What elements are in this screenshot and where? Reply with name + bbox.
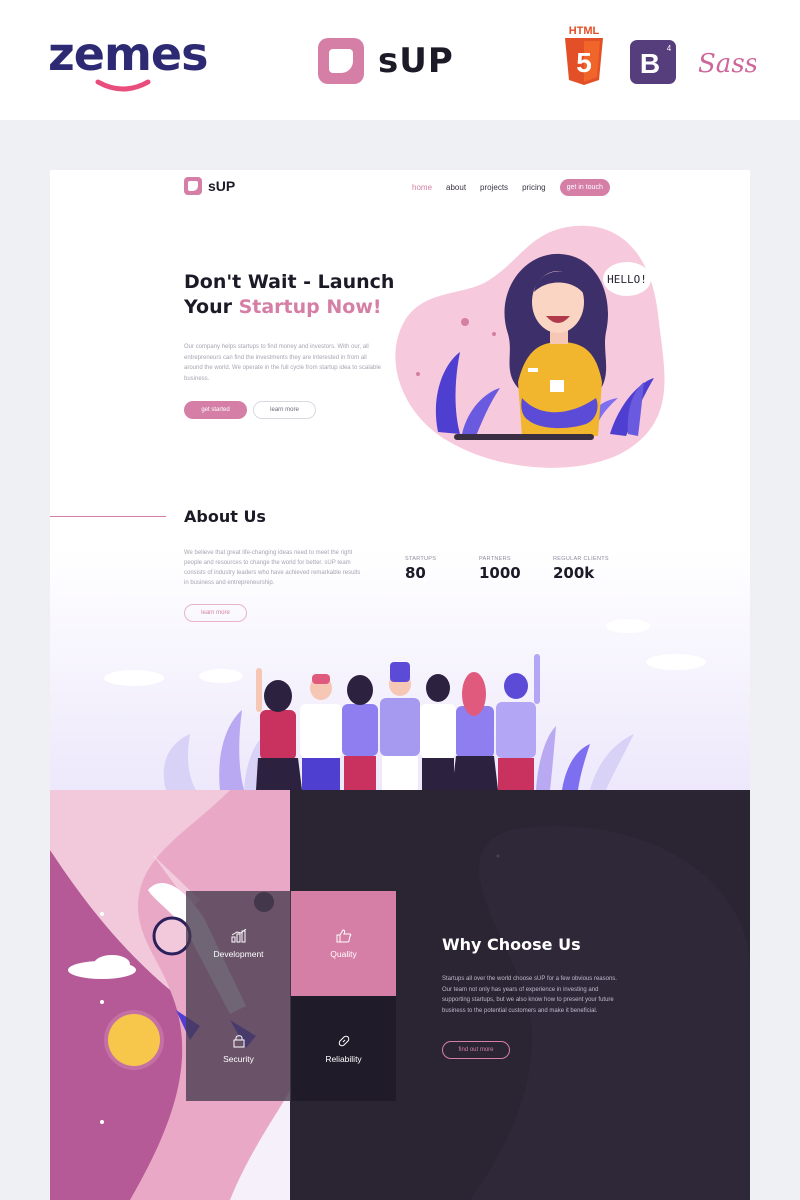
learn-more-button[interactable]: learn more <box>253 401 316 419</box>
about-title: About Us <box>184 507 266 526</box>
nav-link-home[interactable]: home <box>412 183 432 192</box>
tile-quality[interactable]: Quality <box>291 891 396 996</box>
find-out-more-button[interactable]: find out more <box>442 1041 510 1059</box>
tile-label: Security <box>223 1053 254 1064</box>
vendor-banner: zemes sUP HTML 5 B 4 Sass <box>0 0 800 120</box>
about-learn-more-button[interactable]: learn more <box>184 604 247 622</box>
stat-value: 200k <box>553 564 595 582</box>
hero-illustration: HELLO! <box>395 225 665 468</box>
bootstrap-letter: B <box>640 48 660 79</box>
stat-value: 80 <box>405 564 426 582</box>
html5-icon: HTML 5 <box>565 25 603 85</box>
stat-value: 1000 <box>479 564 521 582</box>
hero-title-line1: Don't Wait - Launch <box>184 271 395 293</box>
sup-banner-logo: sUP <box>318 36 454 86</box>
tile-security[interactable]: Security <box>186 996 291 1101</box>
hero-description: Our company helps startups to find money… <box>184 344 381 382</box>
tile-label: Development <box>213 948 264 959</box>
tile-reliability[interactable]: Reliability <box>291 996 396 1101</box>
hello-bubble-text: HELLO! <box>607 273 647 286</box>
nav-link-pricing[interactable]: pricing <box>522 183 546 192</box>
hero-title-plain: Your <box>184 296 239 318</box>
sup-logo-icon <box>318 38 364 84</box>
why-choose-us-section: Development Quality Security Reliability… <box>50 790 750 1200</box>
html5-label: HTML <box>569 25 600 37</box>
hero-title-accent: Startup Now! <box>238 296 382 318</box>
get-started-button[interactable]: get started <box>184 401 247 419</box>
feature-tiles: Development Quality Security Reliability <box>186 891 396 1101</box>
team-illustration <box>104 619 706 790</box>
main-nav: home about projects pricing get in touch <box>412 179 610 196</box>
lock-icon <box>233 1034 244 1047</box>
stat-startups: STARTUPS 80 <box>405 556 436 582</box>
nav-link-about[interactable]: about <box>446 183 466 192</box>
thumbs-up-icon <box>336 928 351 942</box>
sass-icon: Sass <box>698 49 756 79</box>
stat-partners: PARTNERS 1000 <box>479 556 521 582</box>
nav-brand: sUP <box>208 178 236 194</box>
why-title: Why Choose Us <box>442 935 581 954</box>
zemes-logo[interactable]: zemes <box>48 26 208 96</box>
why-description: Startups all over the world choose sUP f… <box>442 976 617 1014</box>
nav-logo[interactable]: sUP <box>184 177 235 195</box>
hero-title-line2: Your Startup Now! <box>184 295 424 320</box>
link-icon <box>338 1035 349 1046</box>
bootstrap-version: 4 <box>667 44 672 53</box>
about-description: We believe that great life-changing idea… <box>184 550 361 586</box>
nav-link-projects[interactable]: projects <box>480 183 508 192</box>
zemes-smile-icon <box>95 79 151 92</box>
tile-label: Quality <box>330 948 357 959</box>
svg-text:5: 5 <box>576 47 592 78</box>
stat-label: PARTNERS <box>479 556 511 562</box>
bootstrap-icon: B 4 <box>630 40 676 84</box>
rocket-illustration <box>50 790 750 1200</box>
about-divider-line <box>50 516 166 517</box>
stat-regular-clients: REGULAR CLIENTS 200k <box>553 556 609 582</box>
template-preview: sUP home about projects pricing get in t… <box>50 170 750 1200</box>
stat-label: STARTUPS <box>405 556 437 562</box>
nav-logo-icon <box>184 177 202 195</box>
sup-banner-wordmark: sUP <box>378 41 454 81</box>
stat-label: REGULAR CLIENTS <box>553 556 609 562</box>
hero-title: Don't Wait - Launch Your Startup Now! <box>184 270 424 320</box>
chart-growth-icon <box>231 928 246 942</box>
tile-label: Reliability <box>325 1053 362 1064</box>
get-in-touch-button[interactable]: get in touch <box>559 179 610 196</box>
tile-development[interactable]: Development <box>186 891 291 996</box>
sass-wordmark: Sass <box>698 49 756 79</box>
